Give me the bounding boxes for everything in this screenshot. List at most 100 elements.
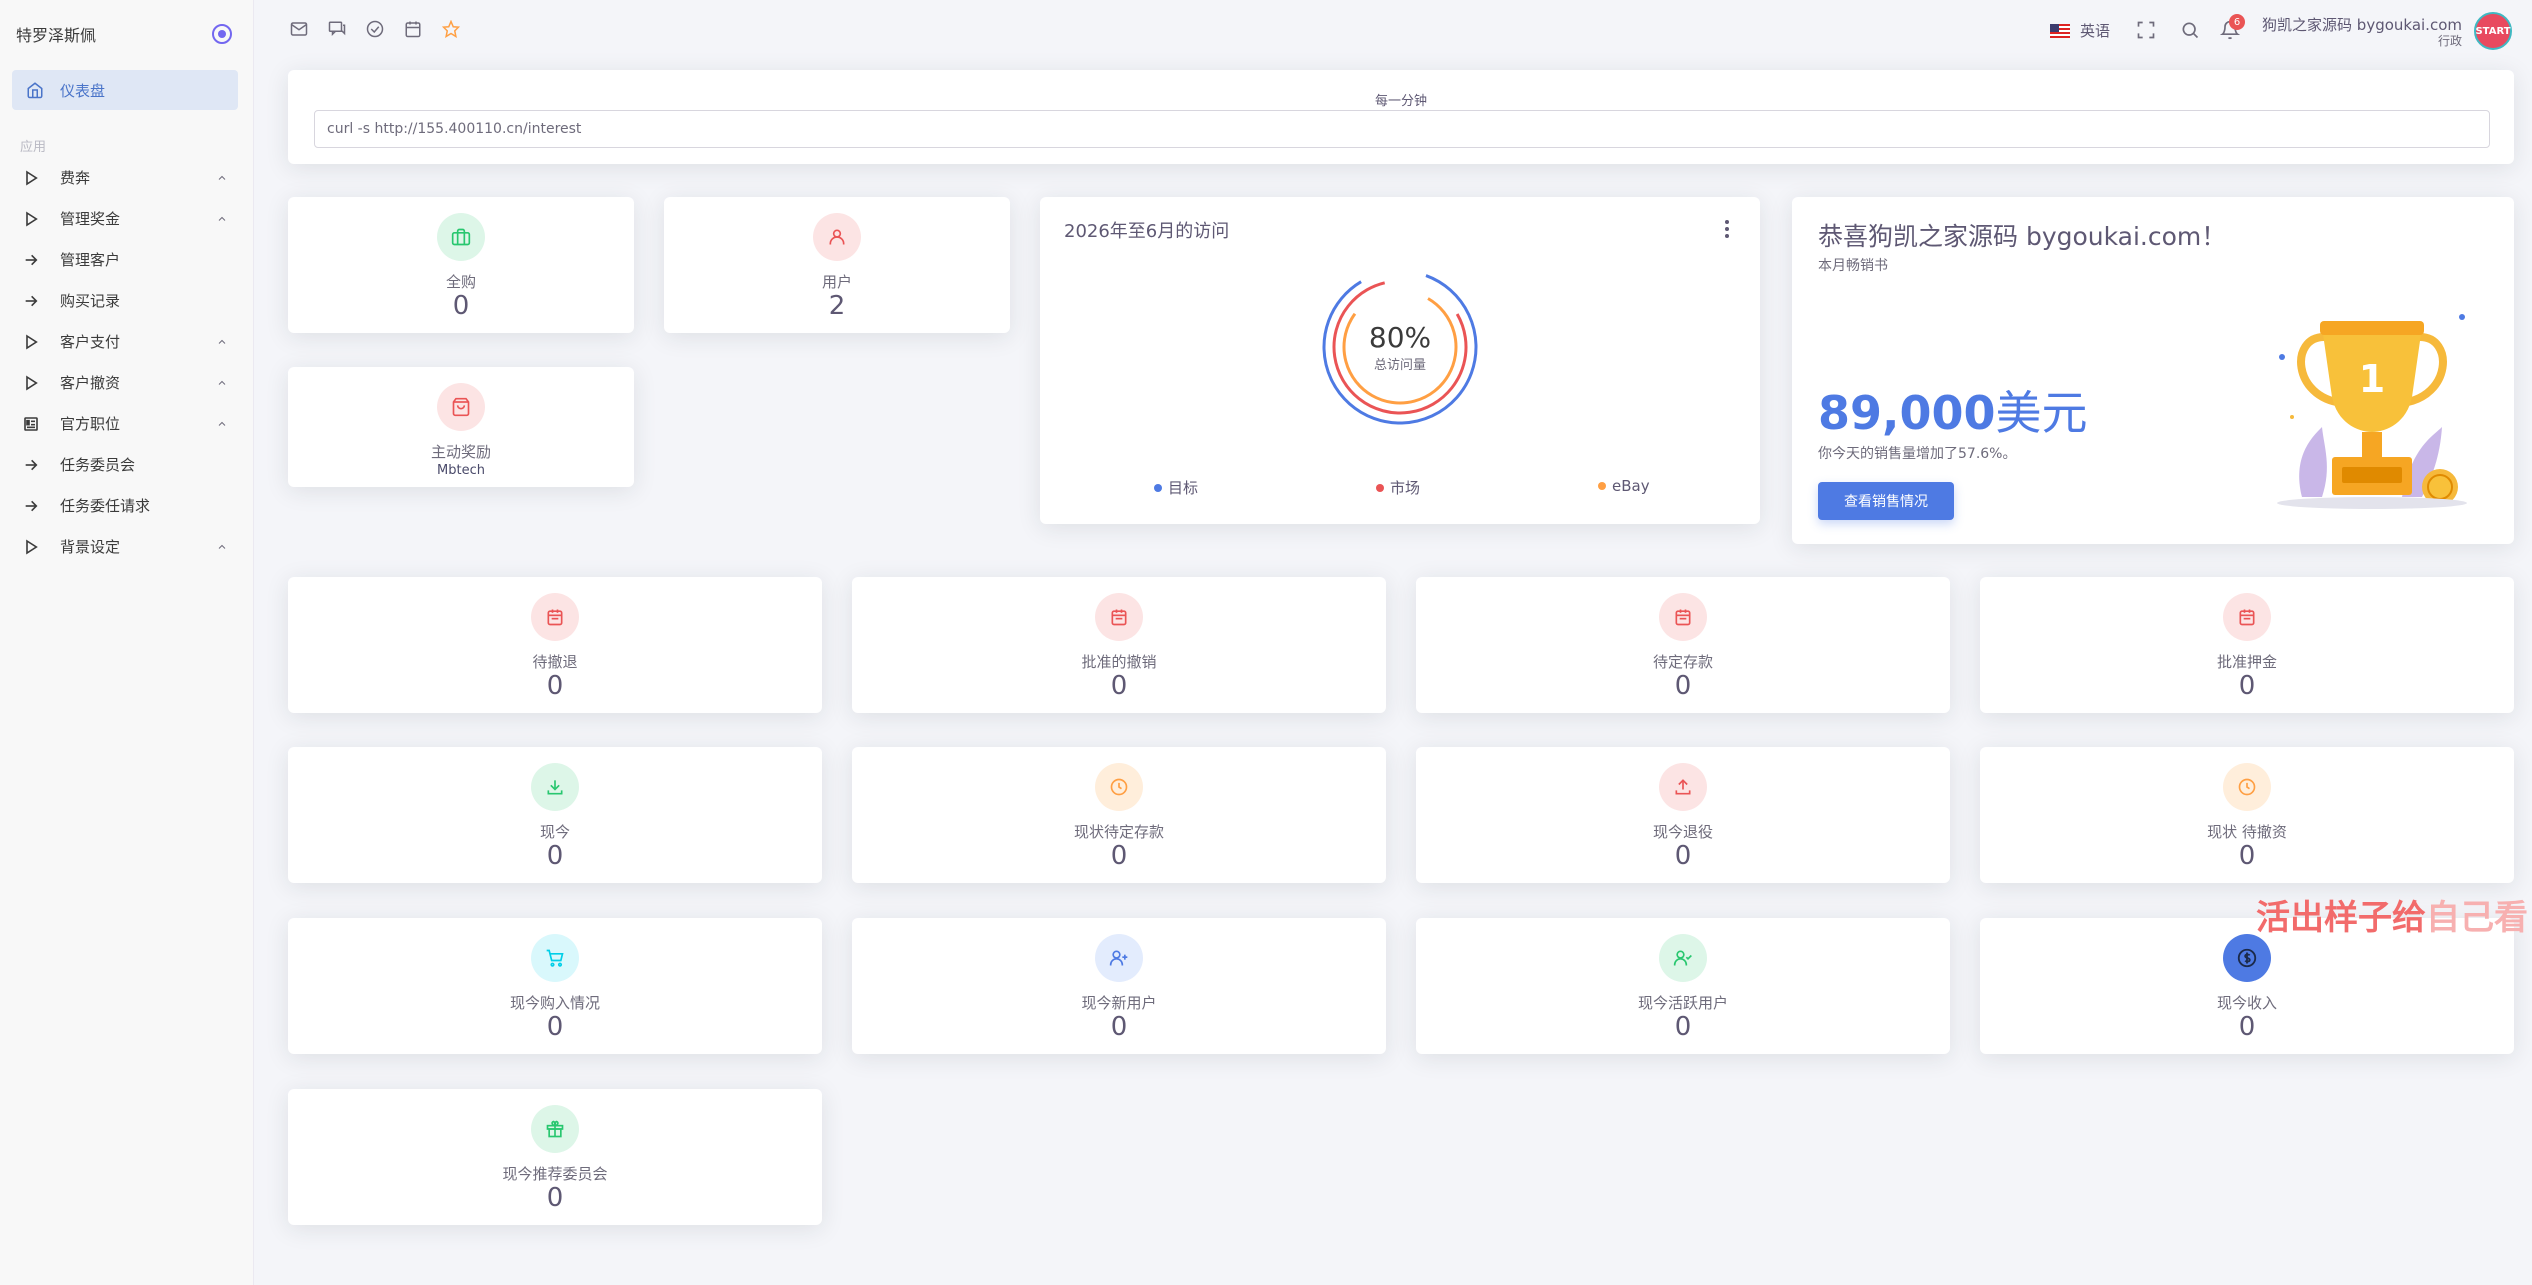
sidebar-item-label: 购买记录 <box>60 292 121 310</box>
topbar-shortcuts <box>290 19 461 39</box>
language-label: 英语 <box>2080 22 2111 40</box>
topbar: 英语 6 狗凯之家源码 bygoukai.com 行政 START <box>254 0 2532 62</box>
download-icon <box>531 763 579 811</box>
chevron-up-icon <box>218 544 226 549</box>
congrats-title: 恭喜狗凯之家源码 bygoukai.com！ <box>1818 222 2227 251</box>
chevron-up-icon <box>218 339 226 344</box>
stat-label: 批准押金 <box>2216 653 2277 671</box>
stat-value: 0 <box>2238 671 2256 701</box>
congrats-subtitle: 本月畅销书 <box>1818 258 1888 274</box>
stat-label: 现状 待撤资 <box>2207 823 2287 841</box>
sidebar-nav-list: 费奔 管理奖金 管理客户 购买记录 客户支付 客户撤资 官方职位 任务委员会 任… <box>0 157 254 567</box>
id-card-icon <box>22 415 40 433</box>
stat-card-today-retired: 现今退役 0 <box>1416 747 1950 883</box>
fullscreen-icon[interactable] <box>2136 20 2156 40</box>
sidebar-toggle-icon[interactable] <box>212 24 232 44</box>
watermark-part: 自己看 <box>2426 898 2528 938</box>
sidebar-item-customer-withdrawals[interactable]: 客户撤资 <box>0 362 254 403</box>
stat-value: 0 <box>1110 671 1128 701</box>
calendar-icon <box>1095 593 1143 641</box>
stat-label: 全购 <box>445 273 476 291</box>
dollar-icon <box>2223 934 2271 982</box>
legend-dot <box>1154 483 1162 492</box>
stat-value: 0 <box>452 291 470 321</box>
sidebar-item-label: 客户支付 <box>60 333 121 351</box>
sidebar-item-official-positions[interactable]: 官方职位 <box>0 403 254 444</box>
sidebar: 特罗泽斯佩 仪表盘 应用 费奔 管理奖金 管理客户 购买记录 客户支付 客户撤资… <box>0 0 254 1285</box>
sidebar-item-task-requests[interactable]: 任务委任请求 <box>0 485 254 526</box>
stat-value: 0 <box>2238 1012 2256 1042</box>
chevron-up-icon <box>218 421 226 426</box>
mail-icon[interactable] <box>290 20 308 38</box>
sales-amount-value: 89,000 <box>1818 386 1996 440</box>
visits-percent: 80% <box>1369 321 1431 354</box>
check-circle-icon[interactable] <box>366 20 384 38</box>
stat-card-today: 现今 0 <box>288 747 822 883</box>
sidebar-item-label: 管理奖金 <box>60 210 121 228</box>
stat-value: 0 <box>1674 841 1692 871</box>
calendar-icon[interactable] <box>404 20 422 38</box>
stat-card-users: 用户 2 <box>664 197 1010 333</box>
calendar-icon <box>2223 593 2271 641</box>
sidebar-item-fees[interactable]: 费奔 <box>0 157 254 198</box>
play-icon <box>22 374 40 392</box>
stat-card-new-users: 现今新用户 0 <box>852 918 1386 1054</box>
more-vertical-icon[interactable] <box>1724 219 1730 239</box>
stat-label: 现今 <box>539 823 570 841</box>
svg-text:1: 1 <box>2359 357 2385 401</box>
trophy-illustration: 1 <box>2277 314 2467 509</box>
stat-value: 0 <box>546 1183 564 1213</box>
avatar[interactable]: START <box>2474 12 2512 50</box>
calendar-icon <box>531 593 579 641</box>
stat-value: Mbtech <box>437 463 485 478</box>
visits-card: 2026年至6月的访问 80% 总访问量 目标 市场 eBay <box>1040 197 1760 524</box>
legend-label: eBay <box>1612 477 1650 495</box>
stat-card-pending-withdrawals: 待撤退 0 <box>288 577 822 713</box>
stat-label: 现今新用户 <box>1081 994 1157 1012</box>
visits-title: 2026年至6月的访问 <box>1064 221 1230 242</box>
cron-card: 每一分钟 curl -s http://155.400110.cn/intere… <box>288 70 2514 164</box>
chevron-up-icon <box>218 380 226 385</box>
watermark-text: 活出样子给自己看 <box>2256 890 2528 939</box>
stat-card-current-pending-withdrawals: 现状 待撤资 0 <box>1980 747 2514 883</box>
sidebar-item-manage-customers[interactable]: 管理客户 <box>0 239 254 280</box>
sidebar-section-label: 应用 <box>20 140 47 155</box>
sidebar-item-task-committee[interactable]: 任务委员会 <box>0 444 254 485</box>
cron-title: 每一分钟 <box>1374 94 1427 109</box>
view-sales-button[interactable]: 查看销售情况 <box>1818 482 1954 520</box>
star-icon[interactable] <box>441 19 461 39</box>
shopping-cart-icon <box>531 934 579 982</box>
sidebar-item-dashboard[interactable]: 仪表盘 <box>12 70 238 110</box>
stat-label: 现今购入情况 <box>509 994 600 1012</box>
stat-value: 0 <box>1110 1012 1128 1042</box>
search-icon[interactable] <box>2180 20 2200 40</box>
play-icon <box>22 169 40 187</box>
language-selector[interactable]: 英语 <box>2050 20 2110 41</box>
sidebar-item-label: 官方职位 <box>60 415 121 433</box>
congrats-card: 恭喜狗凯之家源码 bygoukai.com！ 本月畅销书 89,000美元 你今… <box>1792 197 2514 544</box>
chat-icon[interactable] <box>328 20 346 38</box>
arrow-right-icon <box>22 456 40 474</box>
sidebar-item-customer-payments[interactable]: 客户支付 <box>0 321 254 362</box>
stat-value: 0 <box>2238 841 2256 871</box>
user-name[interactable]: 狗凯之家源码 bygoukai.com <box>2262 14 2462 35</box>
cron-command-field[interactable]: curl -s http://155.400110.cn/interest <box>314 110 2490 148</box>
user-plus-icon <box>1095 934 1143 982</box>
sidebar-item-label: 背景设定 <box>60 538 121 556</box>
stat-label: 现今推荐委员会 <box>502 1165 608 1183</box>
arrow-right-icon <box>22 497 40 515</box>
sidebar-item-purchase-records[interactable]: 购买记录 <box>0 280 254 321</box>
stat-label: 现今退役 <box>1652 823 1713 841</box>
sidebar-item-label: 管理客户 <box>60 251 121 269</box>
sidebar-item-settings[interactable]: 背景设定 <box>0 526 254 567</box>
sidebar-item-manage-bonus[interactable]: 管理奖金 <box>0 198 254 239</box>
brand-name[interactable]: 特罗泽斯佩 <box>16 22 96 46</box>
sidebar-item-label: 客户撤资 <box>60 374 121 392</box>
legend-label: 市场 <box>1390 479 1421 497</box>
chevron-up-icon <box>218 175 226 180</box>
sales-amount: 89,000美元 <box>1818 377 2088 443</box>
play-icon <box>22 538 40 556</box>
user-role: 行政 <box>2437 34 2462 48</box>
stat-value: 0 <box>546 841 564 871</box>
sales-description: 你今天的销售量增加了57.6%。 <box>1818 446 2017 462</box>
